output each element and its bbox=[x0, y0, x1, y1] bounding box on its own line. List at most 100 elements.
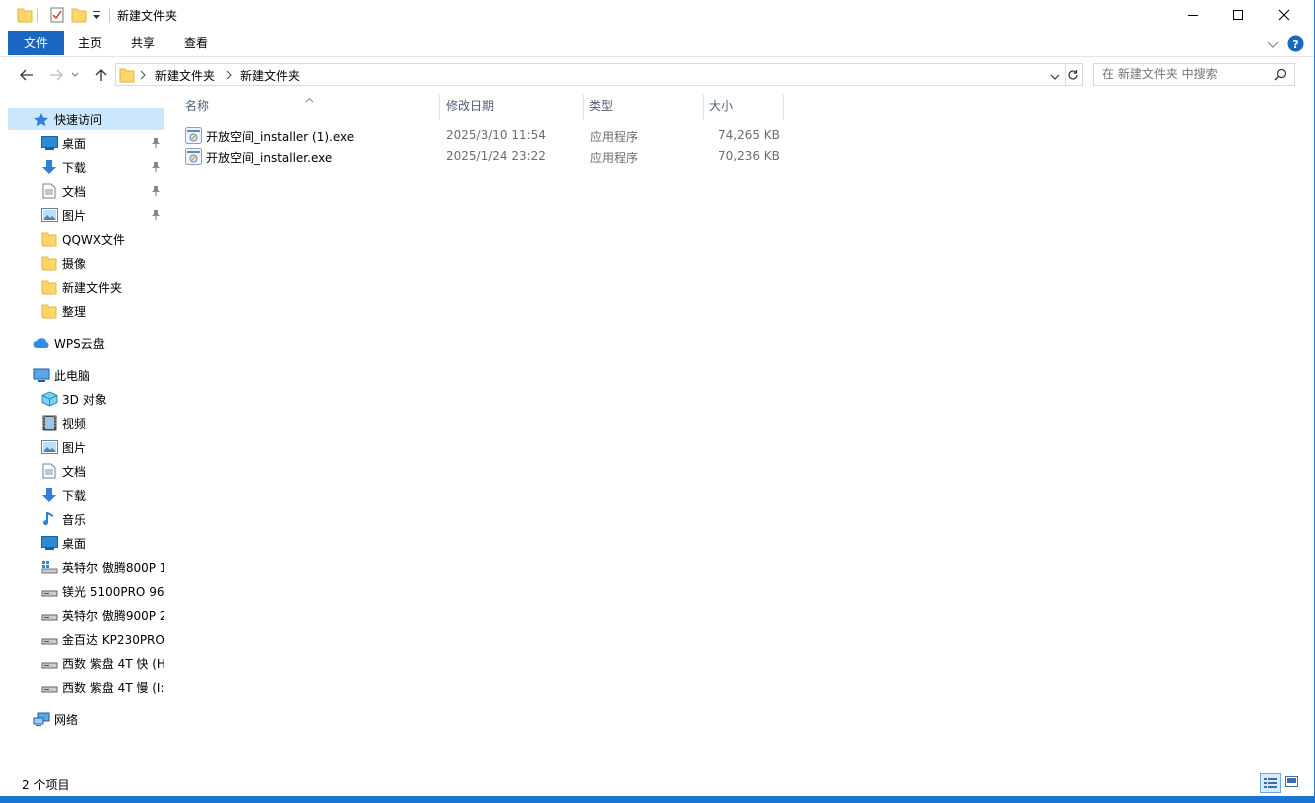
address-bar[interactable]: 新建文件夹 新建文件夹 bbox=[115, 63, 1066, 86]
maximize-button[interactable] bbox=[1215, 0, 1261, 30]
file-row[interactable]: 开放空间_installer (1).exe 2025/3/10 11:54 应用程… bbox=[183, 125, 783, 146]
drive-icon bbox=[40, 607, 58, 623]
window-title: 新建文件夹 bbox=[117, 9, 178, 23]
expand-ribbon-icon[interactable] bbox=[1267, 38, 1279, 52]
folder-icon bbox=[119, 66, 135, 86]
nav-item-download[interactable]: 下载 bbox=[8, 156, 164, 178]
nav-item-folder[interactable]: 整理 bbox=[8, 300, 164, 322]
nav-label: 快速访问 bbox=[54, 112, 103, 127]
nav-label: 下载 bbox=[62, 488, 87, 503]
nav-item-document[interactable]: 文档 bbox=[8, 460, 164, 482]
help-icon[interactable]: ? bbox=[1287, 35, 1304, 55]
pin-icon[interactable] bbox=[151, 209, 161, 223]
computer-icon bbox=[32, 367, 50, 383]
qa-divider bbox=[37, 8, 38, 22]
status-bar: 2 个项目 bbox=[0, 770, 1314, 796]
nav-item-video[interactable]: 视频 bbox=[8, 412, 164, 434]
search-box[interactable] bbox=[1093, 63, 1295, 86]
folder-icon bbox=[17, 6, 33, 24]
nav-label: 桌面 bbox=[62, 536, 87, 551]
nav-item-drive[interactable]: 西数 紫盘 4T 快 (H bbox=[8, 652, 164, 674]
tab-home[interactable]: 主页 bbox=[66, 31, 114, 55]
nav-this-pc[interactable]: 此电脑 bbox=[8, 364, 164, 386]
nav-item-pictures[interactable]: 图片 bbox=[8, 204, 164, 226]
column-header-date[interactable]: 修改日期 bbox=[438, 94, 582, 118]
customize-toolbar-icon[interactable] bbox=[92, 9, 101, 27]
tab-share[interactable]: 共享 bbox=[119, 31, 167, 55]
breadcrumb-chevron-icon[interactable] bbox=[226, 69, 232, 83]
file-type: 应用程序 bbox=[590, 151, 639, 165]
exe-file-icon bbox=[185, 127, 202, 147]
search-input[interactable] bbox=[1102, 67, 1272, 81]
nav-item-folder[interactable]: 摄像 bbox=[8, 252, 164, 274]
nav-item-folder[interactable]: QQWX文件 bbox=[8, 228, 164, 250]
nav-label: 金百达 KP230PRO bbox=[62, 632, 164, 647]
column-header-name[interactable]: 名称 bbox=[177, 94, 439, 118]
nav-item-desktop[interactable]: 桌面 bbox=[8, 532, 164, 554]
file-type: 应用程序 bbox=[590, 130, 639, 144]
breadcrumb-chevron-icon[interactable] bbox=[140, 69, 146, 83]
breadcrumb-item[interactable]: 新建文件夹 bbox=[155, 67, 215, 84]
nav-item-desktop[interactable]: 桌面 bbox=[8, 132, 164, 154]
video-icon bbox=[40, 415, 58, 431]
nav-quick-access[interactable]: 快速访问 bbox=[8, 108, 164, 130]
recent-locations-button[interactable] bbox=[68, 64, 82, 86]
up-button[interactable] bbox=[90, 64, 112, 86]
pin-icon[interactable] bbox=[151, 137, 161, 151]
nav-item-os-drive[interactable]: 英特尔 傲腾800P 1 bbox=[8, 556, 164, 578]
properties-icon[interactable] bbox=[49, 6, 65, 24]
nav-item-drive[interactable]: 英特尔 傲腾900P 2 bbox=[8, 604, 164, 626]
new-folder-icon[interactable] bbox=[71, 6, 87, 24]
pin-icon[interactable] bbox=[151, 161, 161, 175]
nav-item-download[interactable]: 下载 bbox=[8, 484, 164, 506]
search-icon[interactable] bbox=[1274, 68, 1287, 84]
back-button[interactable] bbox=[16, 64, 38, 86]
details-view-button[interactable] bbox=[1260, 773, 1281, 793]
nav-item-folder[interactable]: 新建文件夹 bbox=[8, 276, 164, 298]
folder-icon bbox=[40, 255, 58, 271]
nav-label: 下载 bbox=[62, 160, 87, 175]
file-row[interactable]: 开放空间_installer.exe 2025/1/24 23:22 应用程序 70,… bbox=[183, 146, 783, 167]
exe-file-icon bbox=[185, 148, 202, 168]
nav-label: 文档 bbox=[62, 464, 87, 479]
column-header-type[interactable]: 类型 bbox=[581, 94, 701, 118]
nav-wps-cloud[interactable]: WPS云盘 bbox=[8, 332, 164, 354]
nav-item-pictures[interactable]: 图片 bbox=[8, 436, 164, 458]
nav-label: 摄像 bbox=[62, 256, 87, 271]
nav-item-drive[interactable]: 西数 紫盘 4T 慢 (I:) bbox=[8, 676, 164, 698]
file-size: 74,265 KB bbox=[718, 128, 780, 142]
nav-item-music[interactable]: 音乐 bbox=[8, 508, 164, 530]
close-button[interactable] bbox=[1261, 0, 1307, 30]
drive-icon bbox=[40, 655, 58, 671]
tab-view[interactable]: 查看 bbox=[172, 31, 220, 55]
download-icon bbox=[40, 159, 58, 175]
nav-item-drive[interactable]: 金百达 KP230PRO bbox=[8, 628, 164, 650]
nav-label: 图片 bbox=[62, 208, 87, 223]
nav-label: 英特尔 傲腾800P 1 bbox=[62, 560, 164, 575]
column-divider[interactable] bbox=[783, 94, 784, 120]
nav-label: 音乐 bbox=[62, 512, 87, 527]
address-dropdown-icon[interactable] bbox=[1050, 70, 1060, 84]
nav-item-drive[interactable]: 镁光 5100PRO 960 bbox=[8, 580, 164, 602]
download-icon bbox=[40, 487, 58, 503]
large-icons-view-button[interactable] bbox=[1285, 776, 1298, 791]
nav-label: 文档 bbox=[62, 184, 87, 199]
forward-button[interactable] bbox=[45, 64, 67, 86]
details-view-icon bbox=[1264, 777, 1277, 788]
drive-icon bbox=[40, 631, 58, 647]
folder-icon bbox=[40, 279, 58, 295]
file-list: 名称 修改日期 类型 大小 开放空间_installer (1).exe 2025… bbox=[167, 90, 1315, 766]
nav-label: 视频 bbox=[62, 416, 87, 431]
column-header-size[interactable]: 大小 bbox=[701, 94, 781, 118]
nav-network[interactable]: 网络 bbox=[8, 708, 164, 730]
nav-item-document[interactable]: 文档 bbox=[8, 180, 164, 202]
refresh-button[interactable] bbox=[1063, 63, 1083, 86]
tab-file[interactable]: 文件 bbox=[8, 31, 64, 55]
minimize-button[interactable] bbox=[1170, 0, 1216, 30]
3d-objects-icon bbox=[40, 391, 58, 407]
breadcrumb-item[interactable]: 新建文件夹 bbox=[240, 67, 300, 84]
nav-item-3d-objects[interactable]: 3D 对象 bbox=[8, 388, 164, 410]
file-name: 开放空间_installer.exe bbox=[206, 151, 333, 165]
document-icon bbox=[40, 183, 58, 199]
pin-icon[interactable] bbox=[151, 185, 161, 199]
